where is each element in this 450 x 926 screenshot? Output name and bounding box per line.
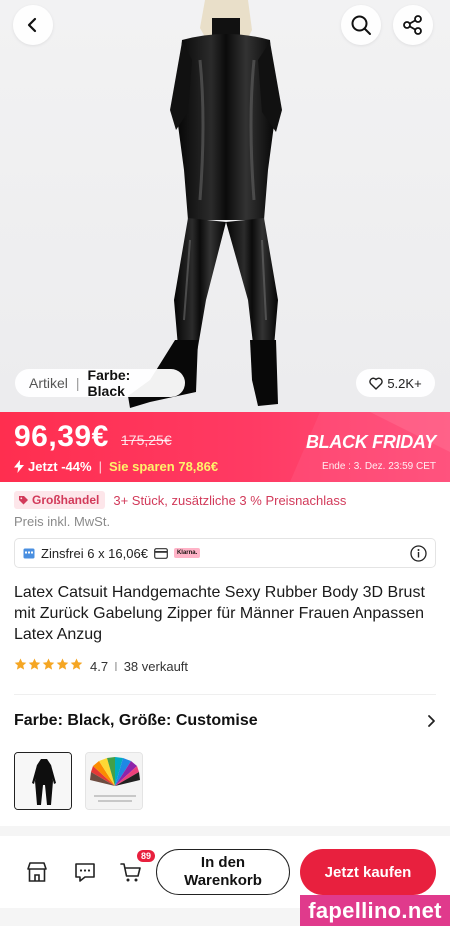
search-button[interactable] xyxy=(341,5,381,45)
installment-info[interactable]: Zinsfrei 6 x 16,06€ Klarna. xyxy=(14,538,436,568)
card-icon xyxy=(154,547,168,559)
tag-icon xyxy=(19,495,28,504)
store-button[interactable] xyxy=(23,858,51,886)
add-to-cart-button[interactable]: In den Warenkorb xyxy=(156,849,290,895)
original-price: 175,25€ xyxy=(121,432,172,448)
wishlist-button[interactable]: 5.2K+ xyxy=(356,369,435,397)
wholesale-badge-label: Großhandel xyxy=(32,493,100,507)
tax-note: Preis inkl. MwSt. xyxy=(14,514,111,529)
sold-count: 38 verkauft xyxy=(123,658,189,674)
wholesale-text: 3+ Stück, zusätzliche 3 % Preisnachlass xyxy=(113,492,347,508)
image-tabs: Artikel | Farbe: Black xyxy=(15,367,185,399)
buy-now-button[interactable]: Jetzt kaufen xyxy=(300,849,436,895)
back-button[interactable] xyxy=(13,5,53,45)
tab-separator: | xyxy=(75,375,80,391)
variant-thumb-customise[interactable] xyxy=(85,752,143,810)
klarna-badge: Klarna. xyxy=(173,548,201,558)
variant-image-black xyxy=(15,753,71,809)
section-separator xyxy=(0,826,450,836)
share-icon xyxy=(403,15,422,35)
cart-count-badge: 89 xyxy=(137,850,156,862)
back-icon xyxy=(27,17,37,33)
current-price: 96,39€ xyxy=(14,420,109,453)
black-friday-label: BLACK FRIDAY xyxy=(305,432,436,452)
calendar-icon xyxy=(23,548,35,559)
product-image-gallery[interactable]: Artikel | Farbe: Black 5.2K+ xyxy=(0,0,450,412)
cart-icon xyxy=(120,863,141,882)
price-banner: 96,39€ 175,25€ Jetzt -44% | Sie sparen 7… xyxy=(0,412,450,482)
product-photo-latex-catsuit xyxy=(128,0,282,408)
rating-row[interactable]: 4.7 I 38 verkauft xyxy=(14,658,188,674)
store-icon xyxy=(27,862,47,882)
variant-selector[interactable]: Farbe: Black, Größe: Customise xyxy=(14,712,436,730)
divider xyxy=(14,694,436,695)
black-friday-end: Ende : 3. Dez. 23:59 CET xyxy=(322,461,436,472)
rating-stars xyxy=(14,658,84,674)
tab-farbe[interactable]: Farbe: Black xyxy=(88,367,171,399)
variant-label: Farbe: Black, Größe: Customise xyxy=(14,712,258,729)
discount-percent: Jetzt -44% xyxy=(28,459,92,474)
variant-thumb-black[interactable] xyxy=(14,752,72,810)
installment-text: Zinsfrei 6 x 16,06€ xyxy=(41,545,148,561)
variant-image-color-fan xyxy=(86,753,142,809)
star-icon xyxy=(14,658,83,670)
chat-icon xyxy=(75,863,95,882)
cart-button[interactable] xyxy=(117,858,145,886)
product-title: Latex Catsuit Handgemachte Sexy Rubber B… xyxy=(14,584,425,643)
info-icon[interactable] xyxy=(410,545,427,562)
chat-button[interactable] xyxy=(71,858,99,886)
heart-icon xyxy=(369,377,384,390)
watermark: fapellino.net xyxy=(300,895,450,926)
search-icon xyxy=(351,15,371,35)
savings-amount: Sie sparen 78,86€ xyxy=(108,459,219,474)
wholesale-badge: Großhandel xyxy=(14,491,106,509)
rating-value: 4.7 xyxy=(90,658,109,674)
bolt-icon xyxy=(14,460,24,473)
tab-artikel[interactable]: Artikel xyxy=(29,375,68,391)
share-button[interactable] xyxy=(393,5,433,45)
rating-divider: I xyxy=(114,658,118,674)
wholesale-offer[interactable]: Großhandel 3+ Stück, zusätzliche 3 % Pre… xyxy=(14,491,346,509)
wishlist-count: 5.2K+ xyxy=(387,375,422,391)
chevron-right-icon xyxy=(428,715,435,727)
discount-row: Jetzt -44% | Sie sparen 78,86€ xyxy=(14,459,218,474)
